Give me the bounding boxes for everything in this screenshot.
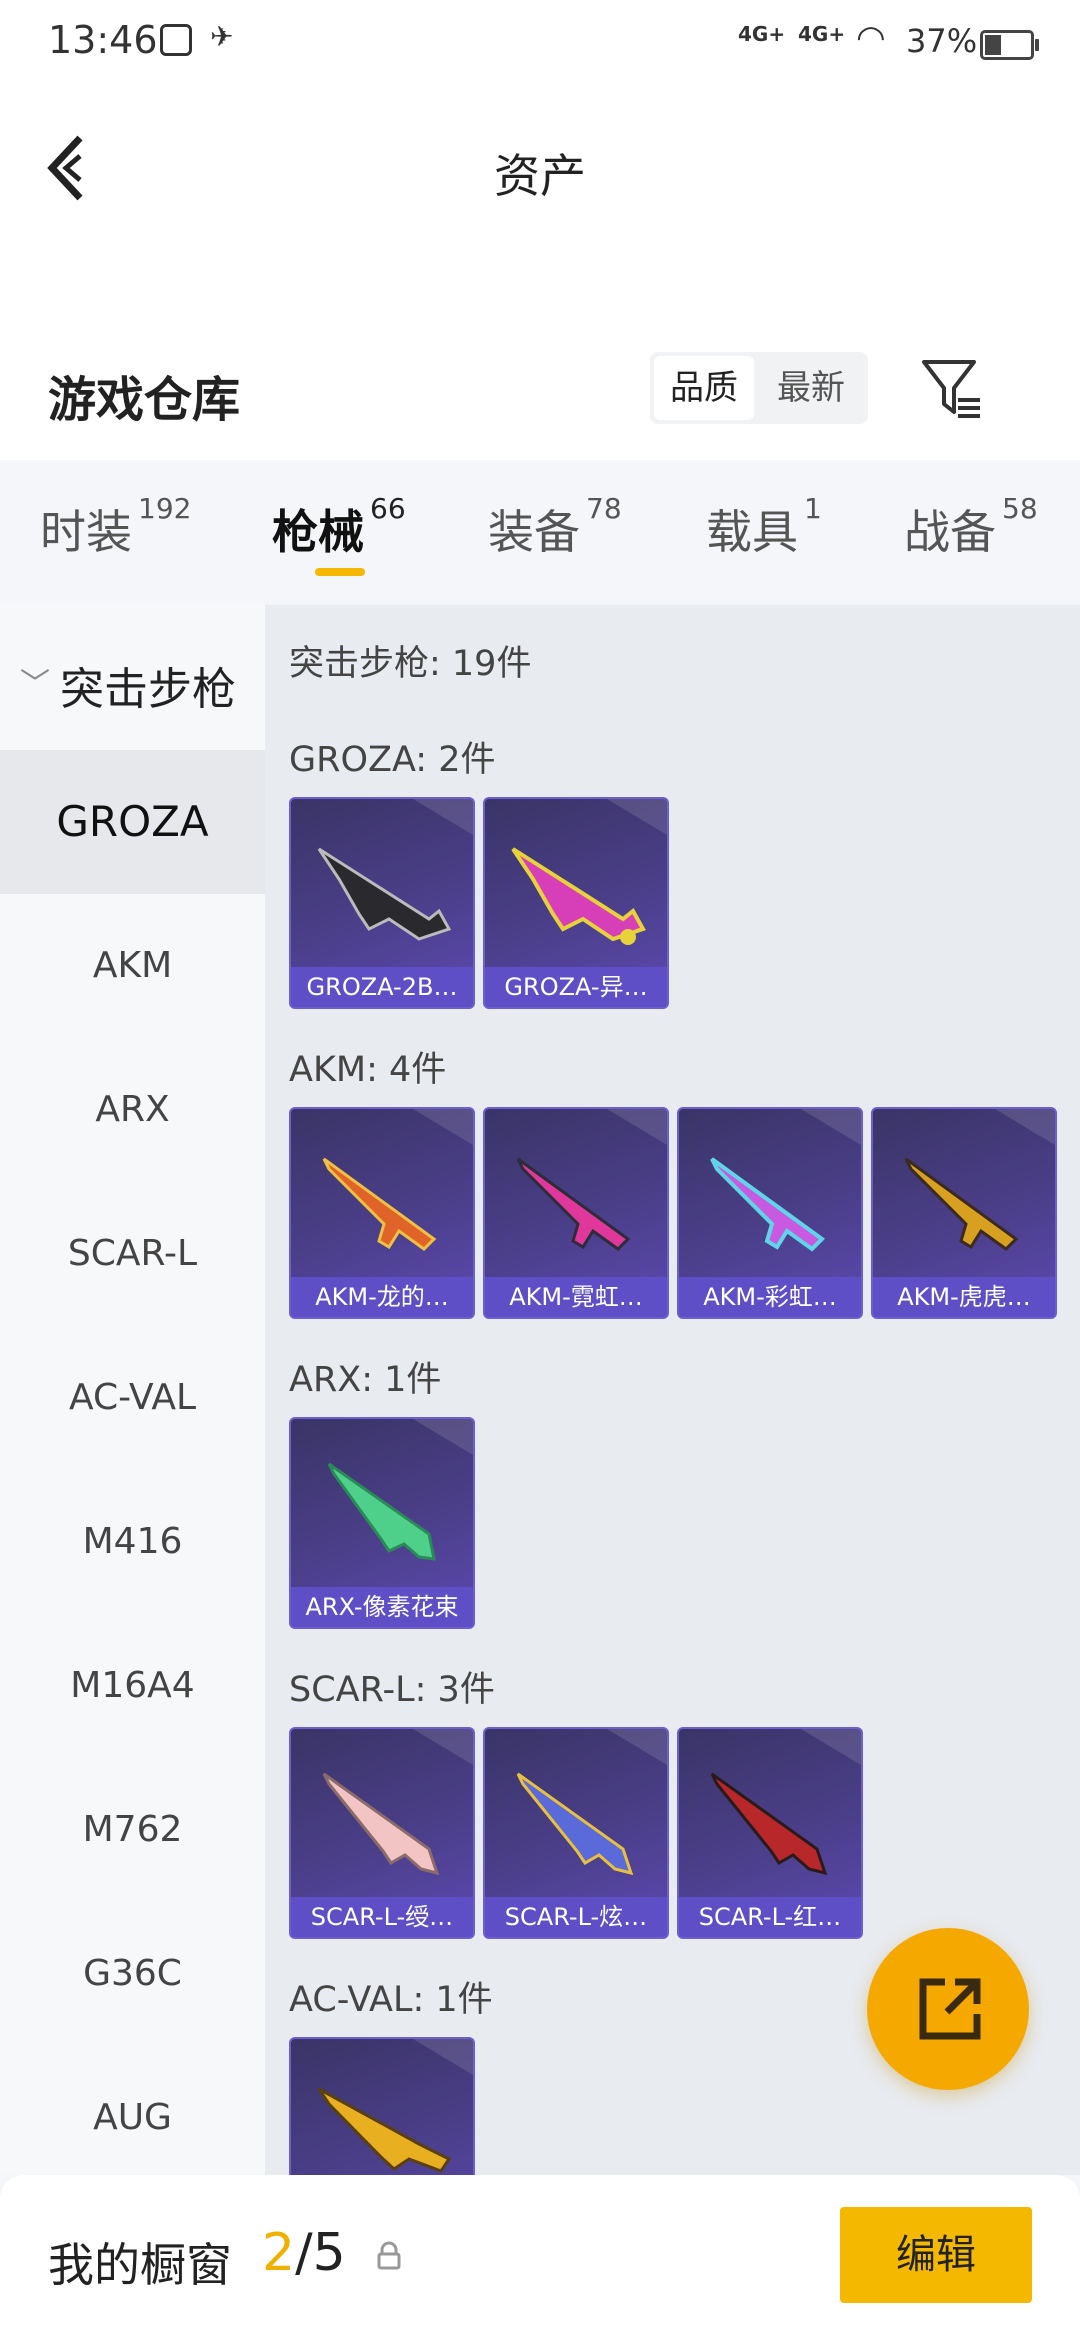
sort-quality-button[interactable]: 品质 xyxy=(654,356,754,420)
sidebar-item-g36c[interactable]: G36C xyxy=(0,1902,265,2046)
tab-firearms[interactable]: 枪械 66 xyxy=(272,492,406,562)
rifle-icon xyxy=(710,1772,828,1876)
weapon-card-ac-val-1[interactable] xyxy=(289,2037,475,2175)
rifle-icon xyxy=(322,1772,440,1876)
tab-vehicles[interactable]: 载具 1 xyxy=(706,492,822,562)
group-title-arx: ARX: 1件 xyxy=(289,1360,442,1400)
filter-icon xyxy=(922,360,980,418)
sidebar-item-scar-l[interactable]: SCAR-L xyxy=(0,1182,265,1326)
rifle-icon xyxy=(327,1462,436,1561)
sidebar-category-label: 突击步枪 xyxy=(60,664,236,715)
rifle-icon xyxy=(317,2087,452,2173)
warehouse-header: 游戏仓库 品质 最新 xyxy=(0,330,1080,460)
share-button[interactable] xyxy=(867,1928,1029,2090)
sidebar-item-arx[interactable]: ARX xyxy=(0,1038,265,1182)
weapon-card-label: GROZA-2B… xyxy=(291,967,473,1007)
status-bar: 13:46 ✈ 4G+ 4G+ ◠ 37% xyxy=(0,0,1080,90)
showcase-label: 我的橱窗 xyxy=(48,2238,232,2292)
weapon-card-label: AKM-龙的… xyxy=(291,1277,473,1317)
sidebar-item-akm[interactable]: AKM xyxy=(0,894,265,1038)
sidebar-item-ac-val[interactable]: AC-VAL xyxy=(0,1326,265,1470)
weapon-card-groza-2[interactable]: GROZA-异… xyxy=(483,797,669,1009)
category-summary: 突击步枪: 19件 xyxy=(289,644,532,684)
chevron-down-icon: ﹀ xyxy=(20,667,50,702)
taobao-icon xyxy=(160,24,192,56)
sidebar-category[interactable]: ﹀ 突击步枪 xyxy=(0,605,265,750)
sidebar-item-groza[interactable]: GROZA xyxy=(0,750,265,894)
rifle-icon xyxy=(516,1772,634,1876)
rifle-icon xyxy=(904,1157,1019,1251)
weapon-card-label: AKM-霓虹… xyxy=(485,1277,667,1317)
sidebar-item-m762[interactable]: M762 xyxy=(0,1758,265,1902)
sidebar-item-aug[interactable]: AUG xyxy=(0,2046,265,2190)
rifle-icon xyxy=(710,1157,826,1252)
weapon-card-akm-1[interactable]: AKM-龙的… xyxy=(289,1107,475,1319)
showcase-bar: 我的橱窗 2/5 编辑 xyxy=(0,2175,1080,2340)
sidebar-item-m16a4[interactable]: M16A4 xyxy=(0,1614,265,1758)
rifle-icon xyxy=(322,1157,437,1251)
header: 资产 xyxy=(0,90,1080,330)
weapon-card-scar-l-3[interactable]: SCAR-L-红… xyxy=(677,1727,863,1939)
sort-toggle: 品质 最新 xyxy=(650,352,868,424)
weapon-card-label: GROZA-异… xyxy=(485,967,667,1007)
battery-percent: 37% xyxy=(906,22,978,60)
share-icon xyxy=(919,1978,981,2040)
category-tabs: 时装 192 枪械 66 装备 78 载具 1 战备 58 xyxy=(0,460,1080,605)
weapon-card-label: SCAR-L-红… xyxy=(679,1897,861,1937)
group-title-akm: AKM: 4件 xyxy=(289,1050,447,1090)
signal-label-2: 4G+ xyxy=(798,22,846,46)
weapon-card-label: AKM-虎虎… xyxy=(873,1277,1055,1317)
weapon-sidebar: ﹀ 突击步枪 GROZA AKM ARX SCAR-L AC-VAL M416 … xyxy=(0,605,265,2175)
page-title: 资产 xyxy=(494,149,586,203)
tab-fashion[interactable]: 时装 192 xyxy=(40,492,191,562)
filter-button[interactable] xyxy=(918,352,988,424)
edit-button[interactable]: 编辑 xyxy=(840,2207,1032,2303)
rifle-icon xyxy=(317,847,452,941)
weapon-card-label: SCAR-L-炫… xyxy=(485,1897,667,1937)
weapon-card-scar-l-1[interactable]: SCAR-L-绶… xyxy=(289,1727,475,1939)
rifle-icon xyxy=(516,1157,631,1251)
active-tab-indicator xyxy=(315,568,365,576)
showcase-count: 2/5 xyxy=(262,2223,346,2283)
rifle-icon xyxy=(511,847,646,945)
signal-label-1: 4G+ xyxy=(738,22,786,46)
weapon-card-akm-4[interactable]: AKM-虎虎… xyxy=(871,1107,1057,1319)
sort-newest-button[interactable]: 最新 xyxy=(758,356,864,420)
weapon-card-akm-3[interactable]: AKM-彩虹… xyxy=(677,1107,863,1319)
notification-icon: ✈ xyxy=(210,20,234,53)
group-title-ac-val: AC-VAL: 1件 xyxy=(289,1980,493,2020)
lock-icon xyxy=(374,2241,404,2271)
weapon-card-groza-1[interactable]: GROZA-2B… xyxy=(289,797,475,1009)
weapon-card-scar-l-2[interactable]: SCAR-L-炫… xyxy=(483,1727,669,1939)
battery-icon xyxy=(980,30,1039,60)
weapon-card-label: AKM-彩虹… xyxy=(679,1277,861,1317)
warehouse-title: 游戏仓库 xyxy=(48,372,241,428)
tab-supplies[interactable]: 战备 58 xyxy=(904,492,1038,562)
wifi-icon: ◠ xyxy=(856,18,886,58)
weapon-card-akm-2[interactable]: AKM-霓虹… xyxy=(483,1107,669,1319)
sidebar-item-m416[interactable]: M416 xyxy=(0,1470,265,1614)
weapon-card-arx-1[interactable]: ARX-像素花束 xyxy=(289,1417,475,1629)
weapon-card-label: SCAR-L-绶… xyxy=(291,1897,473,1937)
group-title-groza: GROZA: 2件 xyxy=(289,740,496,780)
group-title-scar-l: SCAR-L: 3件 xyxy=(289,1670,495,1710)
status-time: 13:46 xyxy=(48,18,158,62)
tab-equipment[interactable]: 装备 78 xyxy=(488,492,622,562)
weapon-card-label: ARX-像素花束 xyxy=(291,1587,473,1627)
